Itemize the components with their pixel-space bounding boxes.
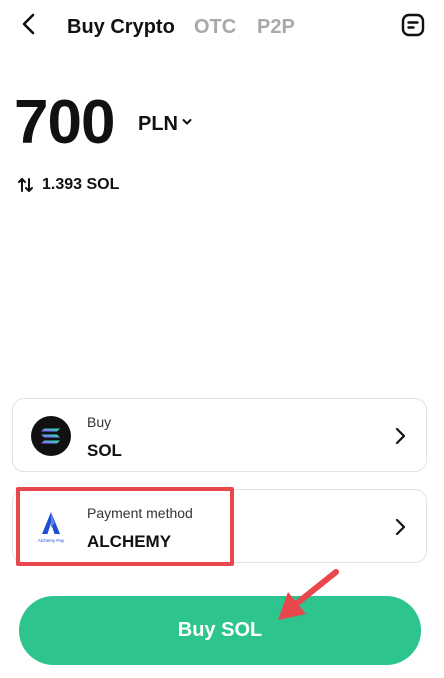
- converted-amount: 1.393 SOL: [17, 175, 119, 195]
- currency-code: PLN: [138, 113, 178, 135]
- converted-value: 1.393 SOL: [42, 176, 120, 193]
- payment-method-card[interactable]: Alchemy Pay Payment method ALCHEMY: [12, 489, 427, 563]
- chevron-right-icon: [395, 427, 406, 445]
- chevron-right-icon: [395, 518, 406, 536]
- swap-icon[interactable]: [17, 176, 35, 194]
- buy-label: Buy: [87, 414, 112, 430]
- buy-asset-card[interactable]: Buy SOL: [12, 398, 427, 472]
- alchemy-pay-logo-text: Alchemy Pay: [38, 538, 65, 543]
- solana-icon: [31, 416, 71, 456]
- tab-otc[interactable]: OTC: [194, 15, 236, 39]
- currency-selector[interactable]: PLN: [138, 112, 192, 136]
- chevron-down-icon: [182, 119, 192, 125]
- payment-method-value: ALCHEMY: [87, 532, 172, 551]
- buy-sol-button[interactable]: Buy SOL: [19, 596, 421, 665]
- tab-buy-crypto[interactable]: Buy Crypto: [67, 15, 175, 39]
- chevron-left-icon[interactable]: [18, 12, 40, 36]
- alchemy-pay-logo-icon: Alchemy Pay: [38, 512, 65, 543]
- amount-value[interactable]: 700: [14, 88, 115, 158]
- tab-p2p[interactable]: P2P: [257, 15, 295, 39]
- buy-asset-value: SOL: [87, 441, 122, 460]
- payment-method-label: Payment method: [87, 505, 193, 521]
- orders-icon[interactable]: [400, 12, 426, 38]
